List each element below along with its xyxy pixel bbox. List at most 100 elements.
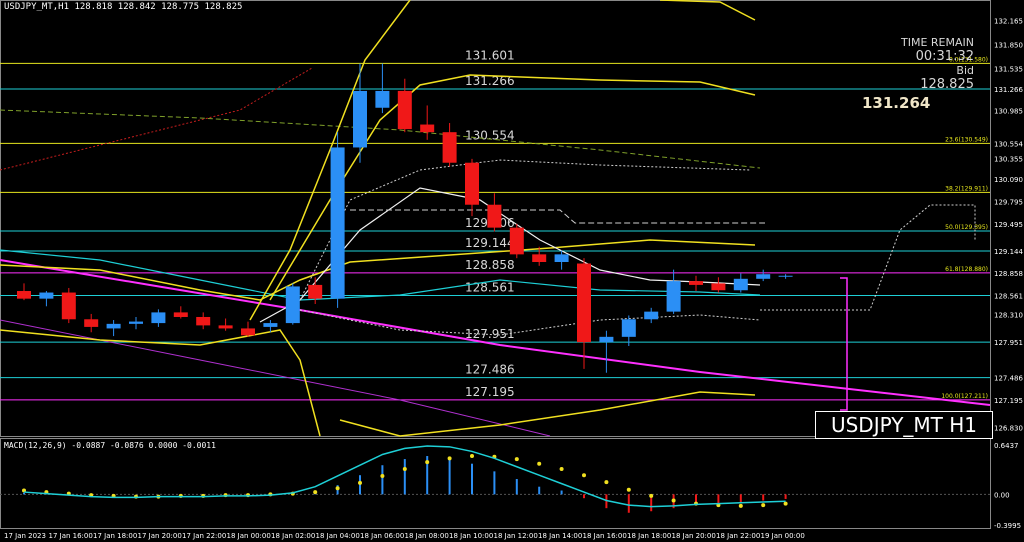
price-scale-label: 130.554 xyxy=(994,140,1023,148)
long-ma-line xyxy=(0,109,761,169)
price-scale-label: 129.795 xyxy=(994,198,1023,206)
candle-body xyxy=(420,124,435,133)
candle-body xyxy=(218,325,233,329)
macd-pane-frame xyxy=(0,438,991,529)
macd-signal-dot xyxy=(559,467,564,472)
level-label: 127.195 xyxy=(465,385,515,399)
macd-signal-dot xyxy=(761,503,766,508)
candle-body xyxy=(666,281,681,312)
candle-body xyxy=(599,336,614,343)
time-axis-label: 18 Jan 00:00 xyxy=(227,532,271,540)
fib-label: 100.0(127.211) xyxy=(941,393,988,400)
price-chart[interactable]: 131.601 0.0(131.580)131.266130.554 23.6(13… xyxy=(0,0,1024,542)
macd-signal-dot xyxy=(649,493,654,498)
price-scale-label: 128.310 xyxy=(994,312,1023,320)
candle-body xyxy=(487,204,502,228)
symbol-timeframe-box: USDJPY_MT H1 xyxy=(815,411,993,439)
fib-label: 23.6(130.549) xyxy=(945,136,988,143)
candle-body xyxy=(353,90,367,148)
price-scale-label: 127.195 xyxy=(994,397,1023,405)
price-scale-label: 132.165 xyxy=(994,17,1023,25)
price-scale-label: 131.850 xyxy=(994,41,1023,49)
macd-signal-dot xyxy=(425,460,430,465)
price-scale-label: 130.355 xyxy=(994,156,1023,164)
time-axis-label: 18 Jan 16:00 xyxy=(583,532,627,540)
time-axis-label: 17 Jan 18:00 xyxy=(93,532,137,540)
price-scale-label: 130.985 xyxy=(994,107,1023,115)
candle-body xyxy=(151,312,166,324)
candle-body xyxy=(330,147,345,299)
candle-body xyxy=(263,323,278,327)
time-axis-label: 17 Jan 22:00 xyxy=(182,532,226,540)
level-label: 127.486 xyxy=(465,363,515,377)
level-label: 128.561 xyxy=(465,281,515,295)
macd-scale-label: 0.00 xyxy=(994,491,1010,499)
upper-band-outer xyxy=(249,0,411,321)
level-label: 129.144 xyxy=(465,236,515,250)
time-remain-label: TIME REMAIN xyxy=(901,36,974,49)
candle-body xyxy=(173,312,188,317)
price-scale-label: 129.144 xyxy=(994,248,1023,256)
measure-bracket xyxy=(840,277,848,411)
time-axis-label: 17 Jan 16:00 xyxy=(49,532,93,540)
macd-signal-dot xyxy=(313,490,318,495)
upper-band-right xyxy=(659,0,756,21)
macd-signal-dot xyxy=(671,498,676,503)
candle-body xyxy=(106,323,121,329)
candle-body xyxy=(644,311,659,320)
bid-value: 128.825 xyxy=(920,77,974,92)
candle-body xyxy=(285,286,300,324)
fib-label: 50.0(129.395) xyxy=(945,224,988,231)
candle-body xyxy=(442,132,457,163)
big-price-label: 131.264 xyxy=(862,94,931,112)
candle-body xyxy=(509,227,524,255)
candle-body xyxy=(308,284,323,299)
price-scale-label: 127.951 xyxy=(994,339,1023,347)
bid-label: Bid xyxy=(956,64,974,77)
macd-signal-dot xyxy=(358,480,362,485)
candle-body xyxy=(778,275,793,277)
lower-band-left xyxy=(0,329,321,437)
fib-label: 38.2(129.911) xyxy=(945,185,988,192)
time-axis-label: 18 Jan 18:00 xyxy=(627,532,671,540)
lower-band-right xyxy=(339,391,756,437)
time-remain-panel: TIME REMAIN 00:31:32 Bid 128.825 xyxy=(901,36,974,92)
candle-body xyxy=(465,162,479,205)
macd-signal-dot xyxy=(582,473,586,478)
candle-body xyxy=(689,281,703,285)
time-axis-label: 18 Jan 10:00 xyxy=(449,532,493,540)
macd-signal-dot xyxy=(783,501,788,506)
price-scale-label: 128.858 xyxy=(994,270,1023,278)
level-label: 131.601 xyxy=(465,48,515,62)
candle-body xyxy=(84,319,99,327)
time-axis-label: 19 Jan 00:00 xyxy=(761,532,805,540)
price-scale-label: 128.561 xyxy=(994,293,1023,301)
candle-body xyxy=(577,263,591,343)
price-scale-label: 131.266 xyxy=(994,86,1023,94)
time-axis-label: 18 Jan 12:00 xyxy=(494,532,538,540)
ichimoku-cloud xyxy=(760,204,976,311)
time-axis-label: 18 Jan 04:00 xyxy=(316,532,360,540)
macd-scale-label: 0.6437 xyxy=(994,442,1019,450)
level-label: 128.858 xyxy=(465,258,515,272)
red-trend-line xyxy=(0,67,313,171)
macd-signal-dot xyxy=(402,467,407,472)
candle-body xyxy=(397,90,412,130)
candle-body xyxy=(61,292,76,320)
price-scale-label: 126.830 xyxy=(994,425,1023,433)
time-axis-label: 18 Jan 06:00 xyxy=(360,532,404,540)
time-axis-label: 17 Jan 20:00 xyxy=(138,532,182,540)
macd-signal-dot xyxy=(335,486,340,491)
candle-body xyxy=(129,321,143,324)
symbol-ohlc-header: USDJPY_MT,H1 128.818 128.842 128.775 128… xyxy=(4,2,243,12)
time-axis-label: 18 Jan 20:00 xyxy=(672,532,716,540)
macd-scale-label: -0.3995 xyxy=(994,522,1021,530)
candle-body xyxy=(39,292,54,299)
time-axis-label: 18 Jan 14:00 xyxy=(538,532,582,540)
time-remain-value: 00:31:32 xyxy=(915,49,974,64)
candle-body xyxy=(711,283,726,291)
macd-signal-dot xyxy=(537,461,542,466)
macd-signal-dot xyxy=(470,454,474,459)
macd-signal-dot xyxy=(514,457,519,462)
macd-signal-dot xyxy=(447,456,452,461)
